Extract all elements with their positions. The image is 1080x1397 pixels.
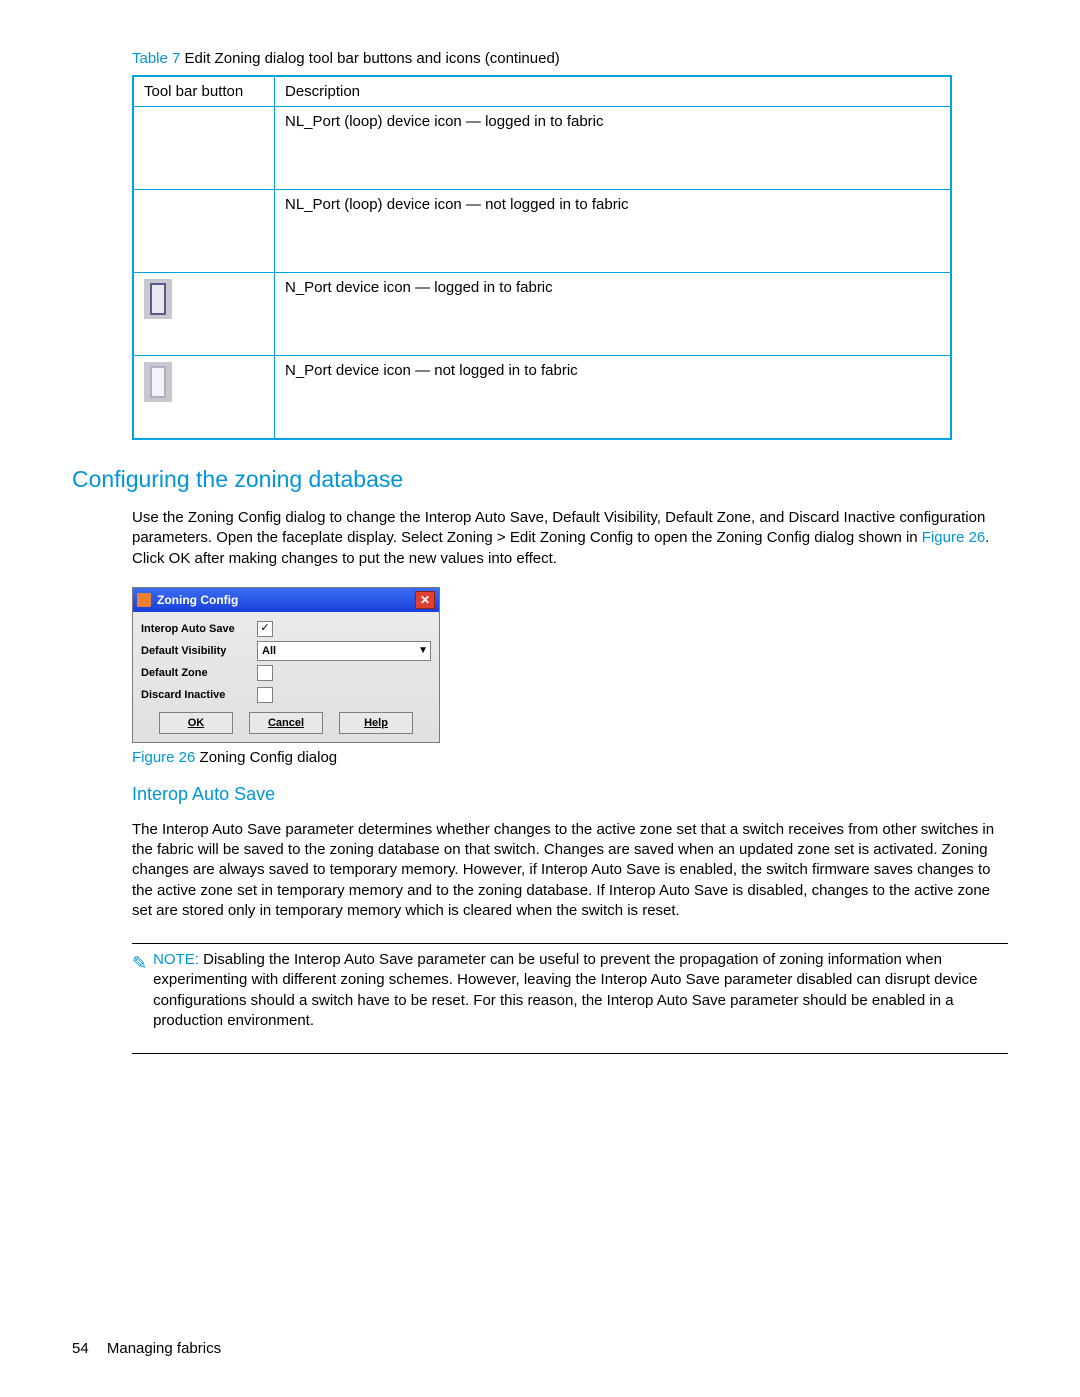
page-footer: 54 Managing fabrics [72, 1340, 221, 1357]
dialog-titlebar: Zoning Config ✕ [133, 588, 439, 612]
figure-number: Figure 26 [132, 749, 195, 766]
figure-26-link[interactable]: Figure 26 [922, 529, 985, 546]
chapter-title: Managing fabrics [107, 1340, 221, 1357]
row-desc: N_Port device icon — logged in to fabric [275, 273, 952, 356]
figure-text: Zoning Config dialog [195, 749, 337, 766]
row-desc: N_Port device icon — not logged in to fa… [275, 356, 952, 440]
zoning-config-dialog: Zoning Config ✕ Interop Auto Save ✓ Defa… [132, 587, 440, 743]
interop-para: The Interop Auto Save parameter determin… [132, 820, 998, 921]
default-visibility-dropdown[interactable]: All ▼ [257, 641, 431, 661]
app-icon [137, 593, 151, 607]
row-desc: NL_Port (loop) device icon — not logged … [275, 190, 952, 273]
close-icon[interactable]: ✕ [415, 591, 435, 609]
table-row: NL_Port (loop) device icon — logged in t… [133, 107, 951, 190]
para-part-a: Use the Zoning Config dialog to change t… [132, 509, 985, 546]
toolbar-icons-table: Tool bar button Description NL_Port (loo… [132, 75, 952, 440]
table-row: N_Port device icon — not logged in to fa… [133, 356, 951, 440]
row-desc: NL_Port (loop) device icon — logged in t… [275, 107, 952, 190]
table-row: NL_Port (loop) device icon — not logged … [133, 190, 951, 273]
nl-port-not-logged-in-icon [133, 190, 275, 273]
table-number: Table 7 [132, 50, 180, 67]
table-title: Edit Zoning dialog tool bar buttons and … [185, 50, 560, 67]
n-port-not-logged-in-icon [133, 356, 275, 440]
dialog-title: Zoning Config [157, 593, 238, 607]
table-header-button: Tool bar button [133, 76, 275, 107]
table-row: N_Port device icon — logged in to fabric [133, 273, 951, 356]
note-text: Disabling the Interop Auto Save paramete… [153, 951, 977, 1029]
table-header-description: Description [275, 76, 952, 107]
default-zone-checkbox[interactable] [257, 665, 273, 681]
default-zone-label: Default Zone [141, 667, 249, 679]
interop-auto-save-label: Interop Auto Save [141, 623, 249, 635]
nl-port-logged-in-icon [133, 107, 275, 190]
configuring-para: Use the Zoning Config dialog to change t… [132, 508, 998, 569]
default-visibility-value: All [262, 645, 276, 657]
figure-caption: Figure 26 Zoning Config dialog [132, 749, 1008, 766]
note-rule-top [132, 943, 1008, 944]
chevron-down-icon: ▼ [418, 645, 428, 656]
help-button[interactable]: Help [339, 712, 413, 734]
default-visibility-label: Default Visibility [141, 645, 249, 657]
cancel-button[interactable]: Cancel [249, 712, 323, 734]
note-block: ✎ NOTE: Disabling the Interop Auto Save … [132, 950, 1008, 1031]
heading-interop-auto-save: Interop Auto Save [132, 784, 1008, 805]
note-icon: ✎ [132, 951, 147, 1031]
n-port-logged-in-icon [133, 273, 275, 356]
ok-button[interactable]: OK [159, 712, 233, 734]
note-label: NOTE: [153, 951, 199, 968]
table-caption: Table 7 Edit Zoning dialog tool bar butt… [132, 50, 1008, 67]
page-number: 54 [72, 1340, 89, 1357]
heading-configuring-zoning-database: Configuring the zoning database [72, 466, 1008, 493]
discard-inactive-label: Discard Inactive [141, 689, 249, 701]
interop-auto-save-checkbox[interactable]: ✓ [257, 621, 273, 637]
note-rule-bottom [132, 1053, 1008, 1054]
discard-inactive-checkbox[interactable] [257, 687, 273, 703]
